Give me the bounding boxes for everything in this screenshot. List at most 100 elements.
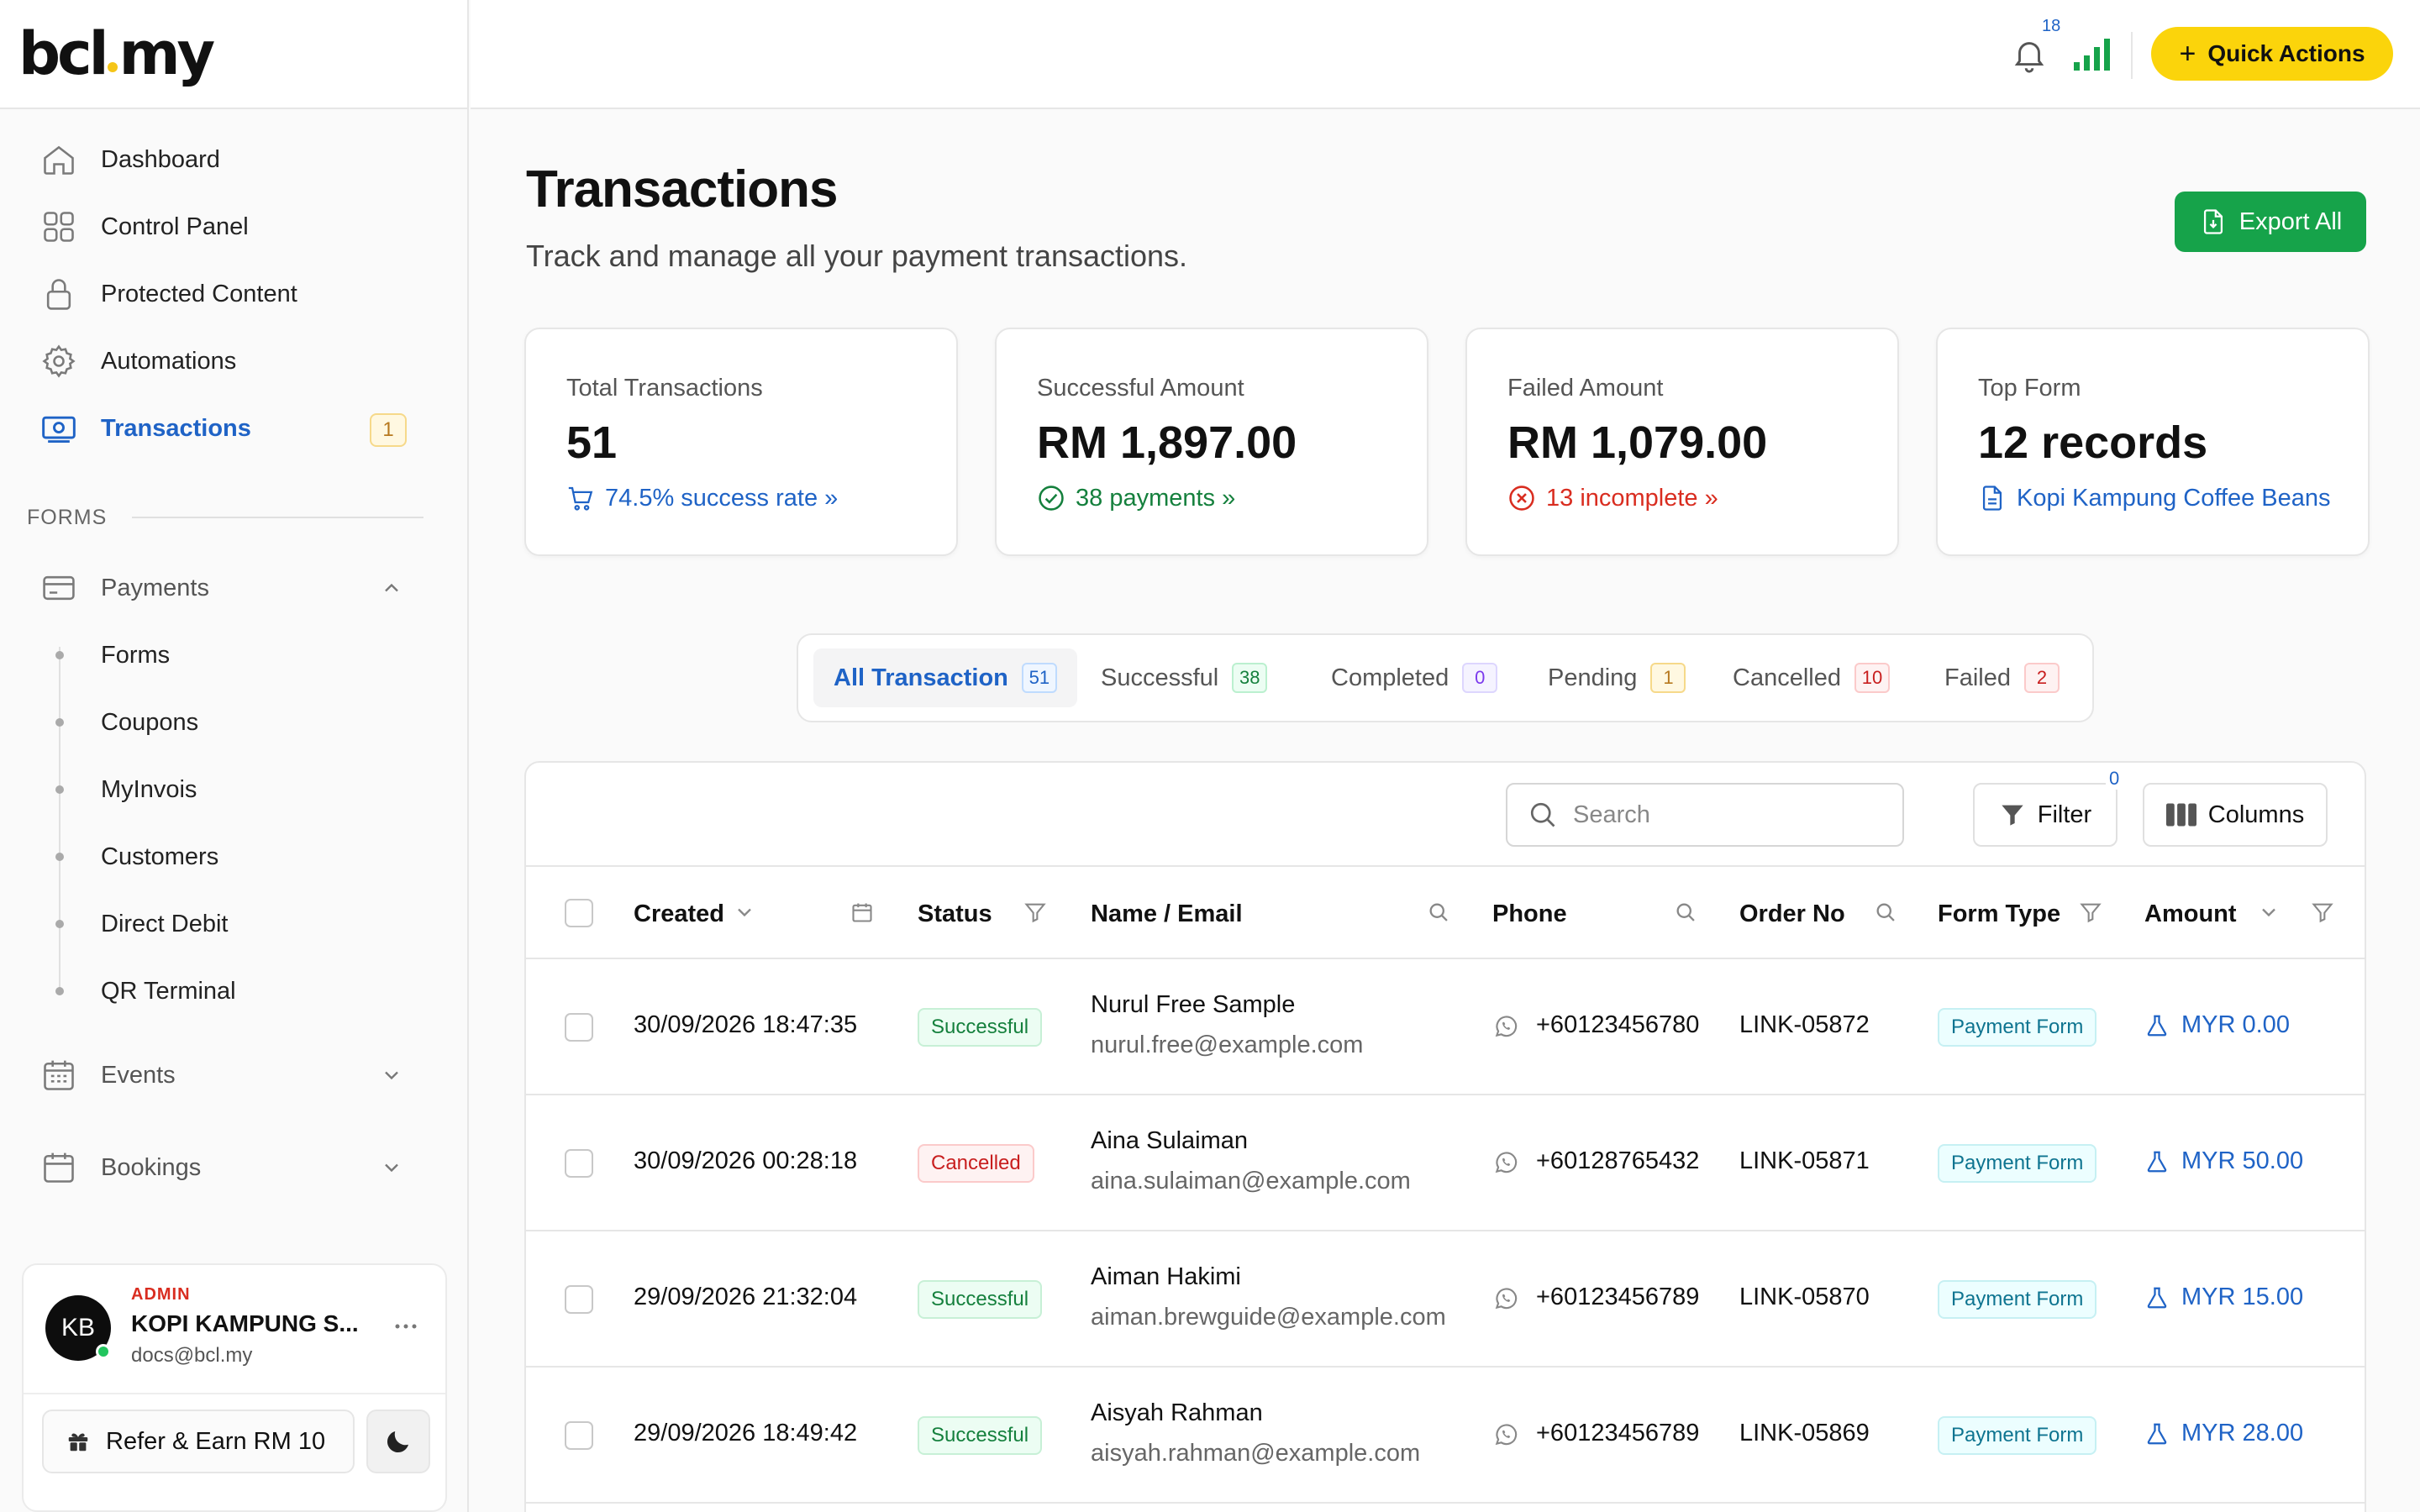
- user-role: ADMIN: [131, 1285, 191, 1304]
- stat-footer-link[interactable]: 13 incomplete »: [1507, 484, 1718, 512]
- column-amount[interactable]: Amount: [2144, 867, 2237, 961]
- theme-toggle-button[interactable]: [366, 1410, 430, 1473]
- row-checkbox[interactable]: [565, 1013, 593, 1042]
- money-icon: [42, 416, 76, 444]
- chevron-down-icon[interactable]: [380, 1156, 403, 1179]
- row-action-edge[interactable]: [2365, 1282, 2366, 1320]
- status-tabs: All Transaction 51 Successful 38 Complet…: [797, 633, 2094, 722]
- sidebar-group-payments[interactable]: Payments: [0, 554, 467, 622]
- sidebar-item-myinvois[interactable]: MyInvois: [55, 756, 467, 823]
- row-action-edge[interactable]: [2365, 1418, 2366, 1457]
- column-created[interactable]: Created: [634, 867, 724, 961]
- whatsapp-icon[interactable]: [1492, 1149, 1519, 1176]
- table-row[interactable]: 29/09/2026 18:49:42 Successful Aisyah Ra…: [526, 1368, 2366, 1504]
- order-no-cell: LINK-05870: [1739, 1284, 1870, 1310]
- amount-cell[interactable]: MYR 28.00: [2144, 1420, 2303, 1447]
- gear-icon: [42, 344, 76, 378]
- row-checkbox[interactable]: [565, 1149, 593, 1178]
- column-order-no[interactable]: Order No: [1739, 867, 1845, 961]
- stat-footer-link[interactable]: Kopi Kampung Coffee Beans: [1978, 484, 2338, 512]
- sidebar-group-events[interactable]: Events: [0, 1042, 467, 1109]
- row-action-edge[interactable]: [2365, 1146, 2366, 1184]
- select-all-checkbox[interactable]: [565, 899, 593, 927]
- refer-earn-button[interactable]: Refer & Earn RM 10: [42, 1410, 355, 1473]
- tab-completed[interactable]: Completed 0: [1331, 648, 1498, 707]
- grid-icon: [44, 212, 74, 242]
- sidebar-item-control-panel[interactable]: Control Panel: [0, 193, 467, 260]
- table-row[interactable]: 30/09/2026 00:28:18 Cancelled Aina Sulai…: [526, 1095, 2366, 1231]
- calendar-grid-icon: [44, 1060, 74, 1090]
- whatsapp-icon[interactable]: [1492, 1421, 1519, 1448]
- status-badge: Successful: [918, 1008, 1043, 1047]
- search-icon[interactable]: [1674, 900, 1697, 924]
- order-no-cell: LINK-05871: [1739, 1147, 1870, 1174]
- row-action-edge[interactable]: [2365, 1010, 2366, 1048]
- filter-icon[interactable]: [2311, 900, 2334, 924]
- sidebar-group-bookings[interactable]: Bookings: [0, 1134, 467, 1201]
- amount-cell[interactable]: MYR 50.00: [2144, 1147, 2303, 1175]
- tab-cancelled[interactable]: Cancelled 10: [1733, 648, 1890, 707]
- search-icon[interactable]: [1874, 900, 1897, 924]
- column-form-type[interactable]: Form Type: [1938, 867, 2060, 961]
- amount-cell[interactable]: MYR 0.00: [2144, 1011, 2290, 1039]
- moon-icon: [387, 1431, 408, 1453]
- row-checkbox[interactable]: [565, 1285, 593, 1314]
- chevron-down-icon[interactable]: [380, 1063, 403, 1087]
- sidebar-item-qr-terminal[interactable]: QR Terminal: [55, 958, 467, 1025]
- stat-footer-link[interactable]: 38 payments »: [1037, 484, 1235, 512]
- whatsapp-icon[interactable]: [1492, 1285, 1519, 1312]
- chevron-down-icon[interactable]: [733, 900, 756, 924]
- chevron-up-icon[interactable]: [380, 576, 403, 600]
- sidebar-item-protected-content[interactable]: Protected Content: [0, 260, 467, 328]
- export-all-button[interactable]: Export All: [2175, 192, 2366, 252]
- sidebar-item-automations[interactable]: Automations: [0, 328, 467, 395]
- row-checkbox[interactable]: [565, 1421, 593, 1450]
- tab-failed[interactable]: Failed 2: [1944, 648, 2060, 707]
- sidebar-item-transactions[interactable]: Transactions 1: [0, 395, 467, 462]
- sidebar-item-label: Automations: [101, 347, 237, 375]
- phone-cell: +60123456789: [1536, 1284, 1700, 1310]
- column-phone[interactable]: Phone: [1492, 867, 1567, 961]
- customer-email: aina.sulaiman@example.com: [1091, 1168, 1411, 1194]
- stat-value: 12 records: [1978, 417, 2208, 468]
- sidebar-item-customers[interactable]: Customers: [55, 823, 467, 890]
- sidebar-item-dashboard[interactable]: Dashboard: [0, 126, 467, 193]
- filter-button[interactable]: Filter: [1973, 783, 2118, 847]
- stat-title: Successful Amount: [1037, 375, 1244, 402]
- more-icon[interactable]: [392, 1314, 420, 1339]
- calendar-icon[interactable]: [850, 900, 874, 924]
- column-name-email[interactable]: Name / Email: [1091, 867, 1243, 961]
- stat-value: RM 1,079.00: [1507, 417, 1768, 468]
- created-cell: 29/09/2026 21:32:04: [634, 1284, 858, 1310]
- stat-total-transactions: Total Transactions 51 74.5% success rate…: [524, 328, 958, 556]
- tab-successful[interactable]: Successful 38: [1101, 648, 1268, 707]
- table-row[interactable]: 29/09/2026 21:32:04 Successful Aiman Hak…: [526, 1231, 2366, 1368]
- tab-pending[interactable]: Pending 1: [1548, 648, 1686, 707]
- stat-footer-link[interactable]: 74.5% success rate »: [566, 484, 838, 512]
- avatar[interactable]: KB: [45, 1295, 111, 1361]
- sidebar-item-forms[interactable]: Forms: [55, 622, 467, 689]
- sidebar-item-direct-debit[interactable]: Direct Debit: [55, 890, 467, 958]
- tab-count: 51: [1021, 663, 1057, 693]
- created-cell: 30/09/2026 18:47:35: [634, 1011, 858, 1038]
- search-icon[interactable]: [1427, 900, 1450, 924]
- tab-all-transaction[interactable]: All Transaction 51: [813, 648, 1077, 707]
- bell-icon[interactable]: [2010, 34, 2049, 76]
- table-row[interactable]: 30/09/2026 18:47:35 Successful Nurul Fre…: [526, 959, 2366, 1095]
- filter-icon[interactable]: [2079, 900, 2102, 924]
- whatsapp-icon[interactable]: [1492, 1013, 1519, 1040]
- columns-button[interactable]: Columns: [2143, 783, 2328, 847]
- transactions-badge: 1: [370, 413, 407, 447]
- search-input[interactable]: [1573, 801, 1892, 829]
- logo[interactable]: bcl my: [18, 20, 467, 87]
- search-box[interactable]: [1506, 783, 1904, 847]
- quick-actions-button[interactable]: + Quick Actions: [2151, 27, 2393, 81]
- amount-cell[interactable]: MYR 15.00: [2144, 1284, 2303, 1311]
- column-status[interactable]: Status: [918, 867, 992, 961]
- user-email: docs@bcl.my: [131, 1344, 253, 1367]
- sidebar-item-coupons[interactable]: Coupons: [55, 689, 467, 756]
- sidebar: bcl my Dashboard Control Panel Protected …: [0, 0, 469, 1512]
- status-badge: Successful: [918, 1416, 1043, 1455]
- filter-icon[interactable]: [1023, 900, 1047, 924]
- chevron-down-icon[interactable]: [2257, 900, 2281, 924]
